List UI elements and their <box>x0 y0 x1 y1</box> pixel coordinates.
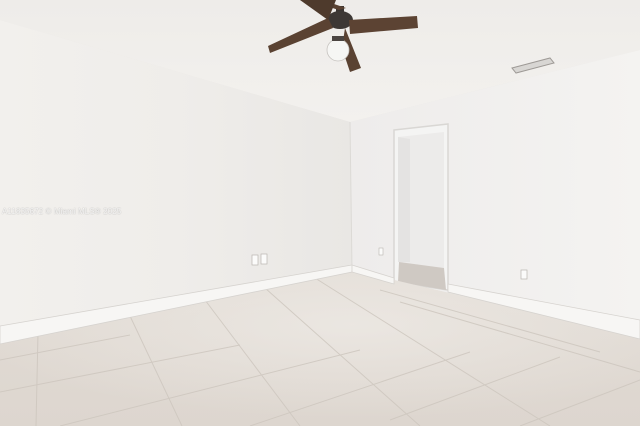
room-photo: A11835672 © Miami MLS® 2025 <box>0 0 640 426</box>
outlet <box>520 269 528 280</box>
watermark-text: A11835672 © Miami MLS® 2025 <box>2 207 122 216</box>
doorway <box>393 123 449 291</box>
outlet <box>378 247 384 256</box>
outlet <box>260 253 268 265</box>
outlet <box>251 254 259 266</box>
